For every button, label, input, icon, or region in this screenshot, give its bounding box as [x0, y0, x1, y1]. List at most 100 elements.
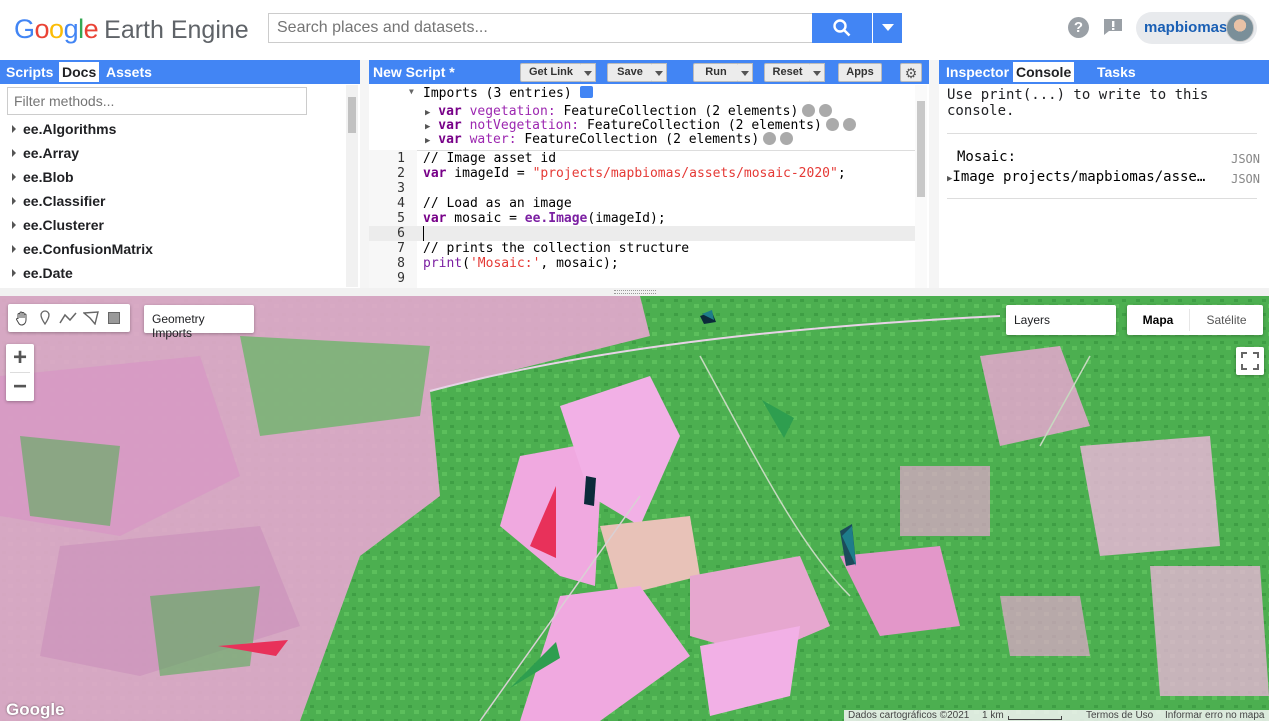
json-badge[interactable]: JSON [1231, 172, 1260, 186]
imports-header[interactable]: Imports (3 entries) [423, 86, 593, 101]
expand-arrow-icon: ▶ [425, 122, 431, 132]
collapse-imports-icon[interactable]: ▼ [409, 87, 414, 96]
terms-link[interactable]: Termos de Uso [1086, 710, 1153, 721]
pan-hand-icon[interactable] [12, 308, 32, 328]
docs-scroll-thumb[interactable] [348, 97, 356, 133]
reset-button[interactable]: Reset [764, 63, 811, 82]
console-help-text: Use print(...) to write to this console. [947, 87, 1209, 119]
get-link-dropdown[interactable] [581, 63, 596, 82]
console-entry[interactable]: ▶Image projects/mapbiomas/asse… [947, 169, 1217, 185]
line-number: 4 [397, 196, 405, 211]
import-row[interactable]: ▶ var notVegetation: FeatureCollection (… [425, 118, 856, 133]
google-watermark: Google [6, 700, 65, 719]
polygon-tool-icon[interactable] [81, 308, 101, 328]
search-icon [833, 19, 851, 37]
text-cursor [423, 226, 424, 241]
code-line: print('Mosaic:', mosaic); [423, 256, 619, 271]
import-row[interactable]: ▶ var vegetation: FeatureCollection (2 e… [425, 104, 833, 119]
feedback-icon[interactable] [1103, 18, 1123, 36]
earth-engine-logo[interactable]: Google Earth Engine [14, 14, 249, 46]
expand-arrow-icon [12, 197, 16, 205]
tab-scripts[interactable]: Scripts [3, 62, 56, 82]
product-name: Earth Engine [104, 16, 249, 44]
panel-divider-right[interactable] [929, 60, 939, 288]
search-input[interactable] [268, 13, 812, 43]
geometry-imports-button[interactable]: Geometry Imports [144, 305, 254, 340]
filter-methods-input[interactable] [7, 87, 307, 115]
doc-item[interactable]: ee.Blob [12, 169, 74, 185]
console-entry: Mosaic: [957, 149, 1017, 165]
console-divider [947, 198, 1257, 199]
scale-label[interactable]: 1 km [982, 710, 1004, 721]
save-button[interactable]: Save [607, 63, 653, 82]
doc-item[interactable]: ee.Clusterer [12, 217, 104, 233]
line-number: 1 [397, 151, 405, 166]
doc-item[interactable]: ee.Algorithms [12, 121, 116, 137]
doc-item[interactable]: ee.Classifier [12, 193, 106, 209]
line-tool-icon[interactable] [58, 308, 78, 328]
doc-item[interactable]: ee.Array [12, 145, 79, 161]
active-line-highlight [369, 226, 915, 241]
drag-handle-icon[interactable] [614, 290, 656, 294]
reset-dropdown[interactable] [810, 63, 825, 82]
search-button[interactable] [812, 13, 872, 43]
gear-icon[interactable] [825, 118, 839, 131]
expand-arrow-icon [12, 149, 16, 157]
fullscreen-icon[interactable] [1236, 347, 1264, 375]
map-divider[interactable] [0, 288, 1269, 296]
gear-icon[interactable] [802, 104, 816, 117]
apps-button[interactable]: Apps [838, 63, 882, 82]
zoom-out-button[interactable]: − [6, 373, 34, 401]
panel-divider-left[interactable] [360, 60, 369, 288]
save-dropdown[interactable] [652, 63, 667, 82]
gear-icon[interactable] [763, 132, 777, 145]
gear-icon[interactable]: ⚙ [900, 63, 922, 82]
script-title[interactable]: New Script * [373, 64, 455, 80]
map-type-map[interactable]: Mapa [1127, 305, 1189, 335]
line-number: 2 [397, 166, 405, 181]
tab-console[interactable]: Console [1013, 62, 1075, 82]
code-line: var mosaic = ee.Image(imageId); [423, 211, 666, 226]
account-menu[interactable]: mapbiomas [1136, 12, 1257, 44]
get-link-button[interactable]: Get Link [520, 63, 582, 82]
target-icon[interactable] [842, 118, 856, 131]
json-badge[interactable]: JSON [1231, 152, 1260, 166]
map-data-credit[interactable]: Dados cartográficos ©2021 [848, 710, 969, 721]
earth-engine-app: Google Earth Engine ? mapbiomas Scripts … [0, 0, 1269, 721]
layers-button[interactable]: Layers [1006, 305, 1116, 335]
report-error-link[interactable]: Informar erro no mapa [1165, 710, 1265, 721]
run-dropdown[interactable] [738, 63, 753, 82]
map-attribution: Dados cartográficos ©2021 1 km Termos de… [844, 710, 1269, 721]
right-panel-tabs: Inspector Console Tasks [939, 60, 1269, 84]
editor-scroll-thumb[interactable] [917, 101, 925, 197]
target-icon[interactable] [819, 104, 833, 117]
doc-item[interactable]: ee.ConfusionMatrix [12, 241, 153, 257]
code-editor[interactable]: ▼ Imports (3 entries) ▶ var vegetation: … [369, 85, 929, 288]
chevron-down-icon [881, 24, 894, 31]
expand-arrow-icon [12, 173, 16, 181]
search-options-button[interactable] [873, 13, 902, 43]
editor-scrollbar[interactable] [915, 85, 927, 288]
tab-docs[interactable]: Docs [59, 62, 100, 82]
map-type-satellite[interactable]: Satélite [1190, 305, 1263, 335]
point-marker-icon[interactable] [35, 308, 55, 328]
line-number: 3 [397, 181, 405, 196]
tab-assets[interactable]: Assets [103, 62, 155, 82]
left-panel-tabs: Scripts Docs Assets [0, 60, 360, 84]
show-script-icon[interactable] [579, 86, 593, 98]
import-row[interactable]: ▶ var water: FeatureCollection (2 elemen… [425, 132, 794, 147]
tab-tasks[interactable]: Tasks [1094, 62, 1139, 82]
zoom-in-button[interactable]: + [6, 344, 34, 372]
doc-item[interactable]: ee.Date [12, 265, 73, 281]
run-button[interactable]: Run [693, 63, 739, 82]
expand-arrow-icon: ▶ [425, 136, 431, 146]
rectangle-tool-icon[interactable] [104, 308, 124, 328]
expand-arrow-icon [12, 221, 16, 229]
map-view[interactable]: Geometry Imports + − Layers Mapa Satélit… [0, 296, 1269, 721]
help-icon[interactable]: ? [1068, 17, 1089, 38]
tab-inspector[interactable]: Inspector [943, 62, 1012, 82]
docs-scrollbar[interactable] [346, 85, 358, 287]
drawing-tools [8, 304, 130, 332]
target-icon[interactable] [780, 132, 794, 145]
code-line: // Load as an image [423, 196, 572, 211]
